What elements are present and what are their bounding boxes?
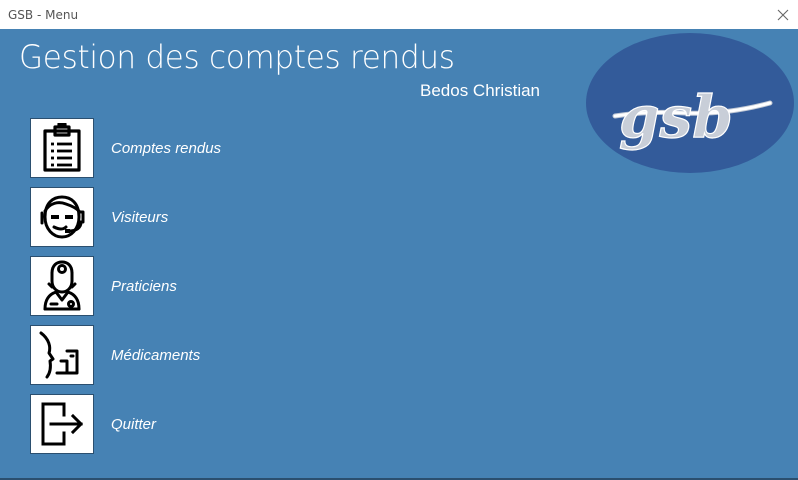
main-panel: Gestion des comptes rendus Bedos Christi… [0, 29, 798, 480]
menu-item-medicaments[interactable]: Médicaments [30, 324, 630, 386]
menu-label: Praticiens [111, 277, 177, 295]
exit-icon [41, 402, 84, 446]
menu-label: Quitter [111, 415, 157, 433]
close-icon [777, 9, 789, 20]
inhaler-icon [39, 331, 79, 379]
close-button[interactable] [768, 0, 798, 29]
clipboard-icon-box [30, 118, 94, 178]
menu-item-comptes-rendus[interactable]: Comptes rendus [30, 117, 630, 179]
headset-icon-box [30, 187, 94, 247]
window-title: GSB - Menu [8, 7, 79, 22]
menu-item-quitter[interactable]: Quitter [30, 393, 630, 455]
app-window: GSB - Menu Gestion des comptes rendus Be… [0, 0, 798, 480]
user-name: Bedos Christian [420, 81, 541, 100]
page-title: Gestion des comptes rendus [19, 38, 455, 76]
menu-label: Comptes rendus [111, 139, 222, 157]
menu-label: Médicaments [111, 346, 201, 364]
menu-label: Visiteurs [111, 208, 169, 226]
doctor-icon-box [30, 256, 94, 316]
exit-icon-box [30, 394, 94, 454]
doctor-icon [43, 260, 81, 311]
clipboard-icon [43, 123, 81, 172]
menu-item-visiteurs[interactable]: Visiteurs [30, 186, 630, 248]
title-bar: GSB - Menu [0, 0, 798, 30]
svg-text:gsb: gsb [619, 83, 733, 151]
inhaler-icon-box [30, 325, 94, 385]
menu-item-praticiens[interactable]: Praticiens [30, 255, 630, 317]
headset-person-icon [40, 195, 85, 239]
